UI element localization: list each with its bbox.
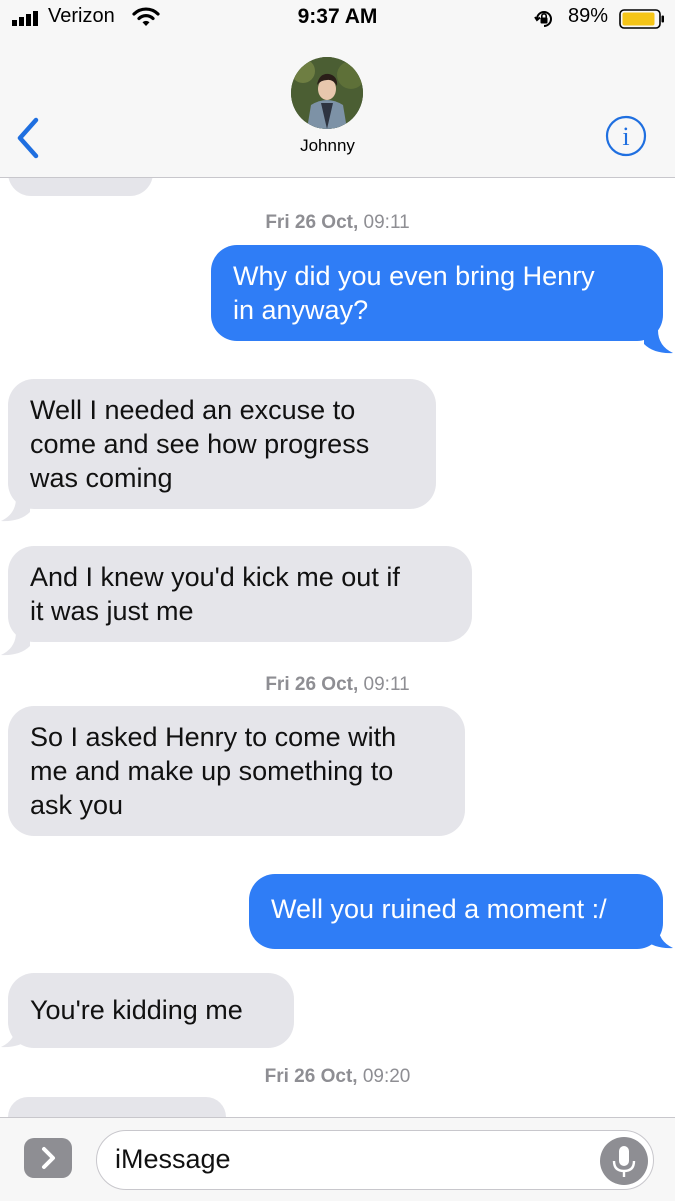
message-line: You're kidding me (30, 995, 243, 1025)
contact-avatar[interactable] (291, 57, 363, 129)
timestamp-time: 09:11 (363, 212, 410, 233)
message-line: ask you (30, 790, 124, 820)
contact-name[interactable]: Johnny (0, 136, 655, 156)
timestamp: Fri 26 Oct, 09:11 (0, 212, 675, 234)
timestamp-day: Fri 26 Oct, (264, 1066, 358, 1087)
battery-percent: 89% (568, 5, 609, 27)
message-line: Why did you even bring Henry (233, 261, 595, 291)
bubble-tail (1, 1024, 30, 1048)
bubble-tail (644, 925, 673, 949)
orientation-lock-icon (534, 11, 552, 27)
timestamp-time: 09:11 (363, 674, 410, 695)
svg-text:i: i (622, 122, 629, 151)
bubble-tail (644, 330, 673, 354)
timestamp: Fri 26 Oct, 09:20 (0, 1066, 675, 1088)
message-line: So I asked Henry to come with (30, 722, 397, 752)
timestamp-day: Fri 26 Oct, (265, 212, 359, 233)
compose-bar: iMessage (0, 1117, 675, 1201)
microphone-icon (612, 1146, 636, 1177)
message-bubble-incoming[interactable]: Well I needed an excuse to come and see … (8, 379, 436, 509)
timestamp-time: 09:20 (362, 1066, 411, 1087)
dictation-button[interactable] (600, 1137, 648, 1185)
timestamp-day: Fri 26 Oct, (265, 674, 359, 695)
app-drawer-chevron-icon (42, 1147, 55, 1169)
message-line: Well you ruined a moment :/ (271, 894, 607, 924)
message-input-placeholder: iMessage (115, 1144, 231, 1174)
app-drawer-button[interactable] (24, 1138, 72, 1178)
avatar-photo (291, 57, 363, 129)
message-bubble-incoming[interactable]: You're kidding me (8, 973, 294, 1048)
details-button[interactable]: i (605, 115, 647, 157)
timestamp: Fri 26 Oct, 09:11 (0, 674, 675, 696)
message-line: in anyway? (233, 295, 369, 325)
info-icon: i (605, 115, 647, 157)
message-bubble-outgoing[interactable]: Why did you even bring Henry in anyway? (211, 245, 663, 341)
message-line: And I knew you'd kick me out if (30, 562, 400, 592)
battery-icon (619, 9, 664, 29)
message-line: it was just me (30, 596, 194, 626)
bubble-tail (1, 498, 30, 522)
conversation-header: Verizon 9:37 AM 89% Johnny i (0, 0, 675, 178)
message-bubble-incoming[interactable]: And I knew you'd kick me out if it was j… (8, 546, 472, 642)
message-line: me and make up something to (30, 756, 394, 786)
message-line: was coming (30, 463, 173, 493)
message-bubble-incoming[interactable]: So I asked Henry to come with me and mak… (8, 706, 465, 836)
bubble-tail (1, 632, 30, 656)
message-input[interactable]: iMessage (96, 1130, 654, 1190)
message-line: come and see how progress (30, 429, 370, 459)
message-line: Well I needed an excuse to (30, 395, 356, 425)
message-bubble-outgoing[interactable]: Well you ruined a moment :/ (249, 874, 663, 949)
